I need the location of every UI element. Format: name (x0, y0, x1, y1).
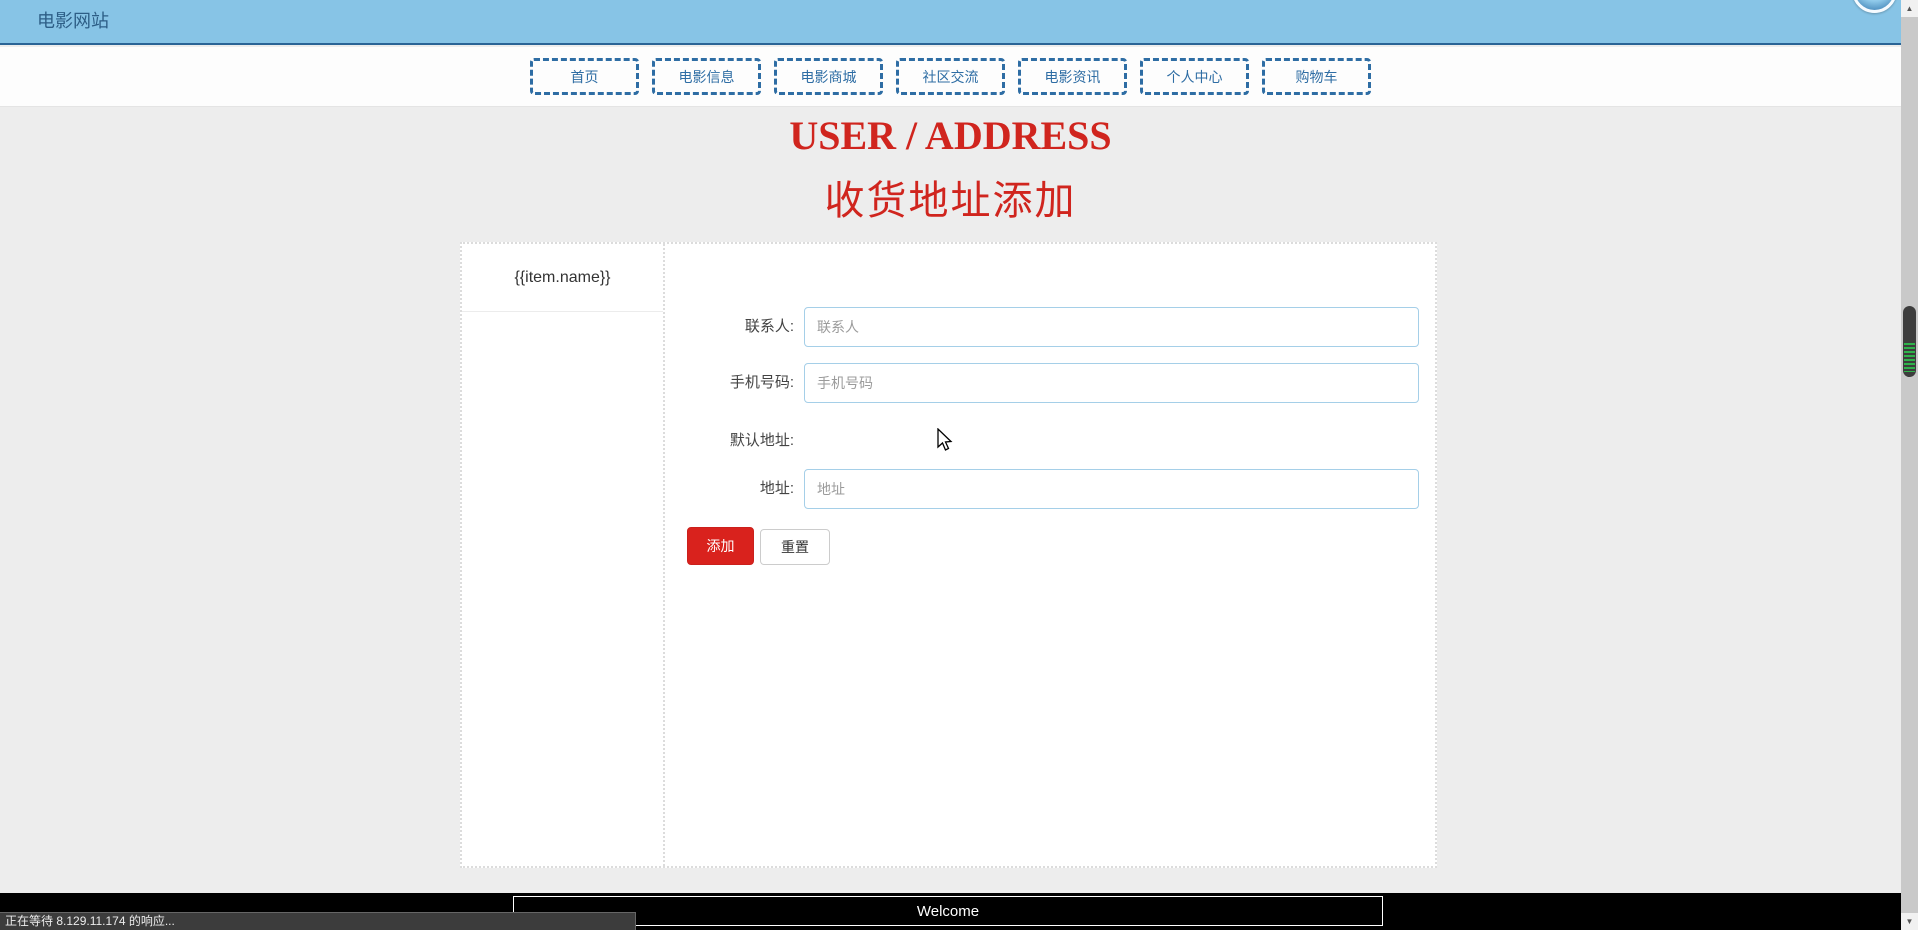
nav-item-user-center[interactable]: 个人中心 (1140, 58, 1249, 95)
scroll-up-icon[interactable]: ▲ (1901, 0, 1918, 17)
page-title-en: USER / ADDRESS (789, 113, 1112, 158)
browser-status-bar: 正在等待 8.129.11.174 的响应... (0, 912, 636, 930)
reset-button[interactable]: 重置 (760, 529, 830, 565)
address-label: 地址: (759, 480, 794, 497)
contact-input[interactable] (804, 307, 1419, 347)
main-nav: 首页 电影信息 电影商城 社区交流 电影资讯 个人中心 购物车 (0, 47, 1901, 107)
phone-label: 手机号码: (729, 374, 794, 391)
scrollbar-thumb-stripes (1904, 343, 1915, 372)
nav-item-cart[interactable]: 购物车 (1262, 58, 1371, 95)
scroll-down-icon[interactable]: ▼ (1901, 913, 1918, 930)
sidebar-menu: {{item.name}} (462, 244, 665, 866)
content-panel: {{item.name}} 联系人: 手机号码: 默认地址: 地址: 添加 重置 (460, 242, 1437, 868)
nav-item-community[interactable]: 社区交流 (896, 58, 1005, 95)
form-row-phone: 手机号码: (667, 363, 1419, 403)
default-address-label: 默认地址: (729, 432, 794, 449)
page-title-zh: 收货地址添加 (824, 178, 1077, 223)
scrollbar-thumb[interactable] (1903, 306, 1916, 377)
contact-label: 联系人: (744, 318, 794, 335)
nav-item-movie-info[interactable]: 电影信息 (652, 58, 761, 95)
form-row-address: 地址: (667, 469, 1419, 509)
form-row-default-address: 默认地址: (667, 421, 794, 461)
sidebar-item[interactable]: {{item.name}} (462, 244, 663, 312)
nav-item-movie-mall[interactable]: 电影商城 (774, 58, 883, 95)
site-title: 电影网站 (37, 11, 109, 31)
sphere-avatar-icon[interactable] (1852, 0, 1897, 13)
address-input[interactable] (804, 469, 1419, 509)
phone-input[interactable] (804, 363, 1419, 403)
footer-welcome: Welcome (513, 896, 1383, 926)
form-row-contact: 联系人: (667, 307, 1419, 347)
nav-item-movie-news[interactable]: 电影资讯 (1018, 58, 1127, 95)
browser-viewport: 电影网站 首页 电影信息 电影商城 社区交流 电影资讯 个人中心 购物车 USE… (0, 0, 1918, 930)
site-header: 电影网站 (0, 0, 1901, 45)
address-form: 联系人: 手机号码: 默认地址: 地址: 添加 重置 (667, 244, 1435, 866)
vertical-scrollbar[interactable]: ▲ ▼ (1901, 0, 1918, 930)
nav-item-home[interactable]: 首页 (530, 58, 639, 95)
add-button[interactable]: 添加 (687, 527, 754, 565)
